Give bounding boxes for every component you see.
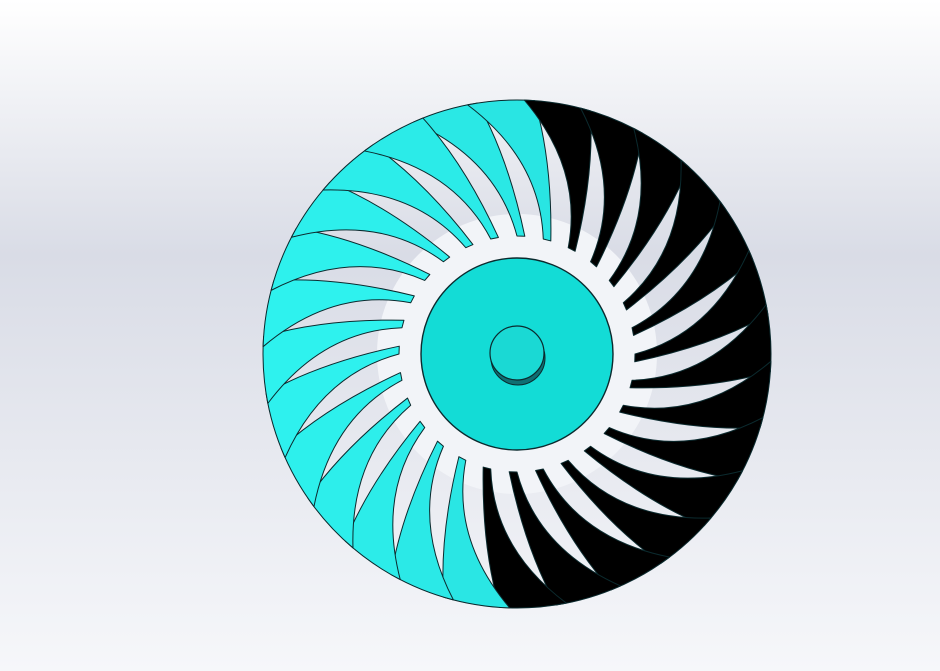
- 3d-viewport[interactable]: [0, 0, 940, 671]
- fan-rotor[interactable]: [0, 0, 940, 671]
- hub-group: [420, 257, 614, 451]
- hub-boss[interactable]: [489, 325, 545, 381]
